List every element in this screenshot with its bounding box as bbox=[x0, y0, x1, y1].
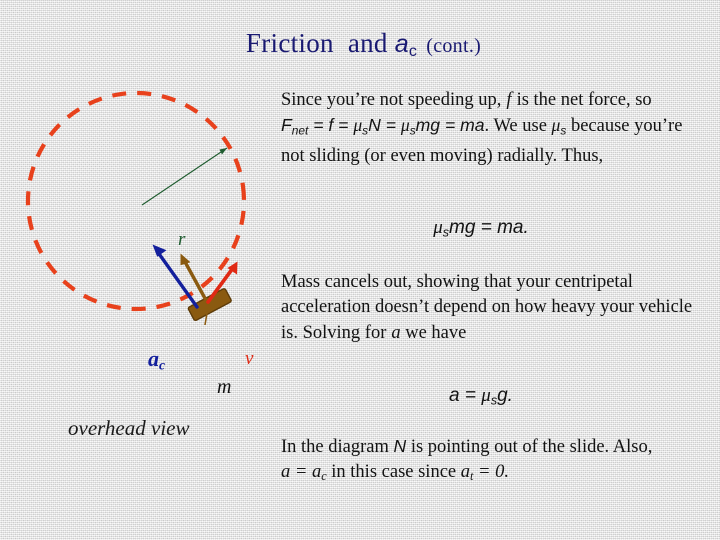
friction-force-vector bbox=[180, 253, 209, 304]
equation-2: a = μsg. bbox=[281, 383, 681, 414]
eq1-equals: = bbox=[480, 217, 492, 238]
p3-at-equals-zero: at = 0. bbox=[460, 462, 509, 484]
eq2-mu: μ bbox=[481, 385, 491, 406]
title-variable-subscript: c bbox=[408, 43, 418, 60]
p3-text-1: In the diagram bbox=[281, 437, 389, 457]
p2-text-1: Mass cancels out, showing that your cent… bbox=[281, 272, 693, 343]
title-word-and: and bbox=[347, 28, 388, 58]
paragraph-3: In the diagram N is pointing out of the … bbox=[281, 434, 701, 490]
eq2-rhs: g. bbox=[497, 385, 513, 406]
title-cont-note: (cont.) bbox=[426, 35, 482, 57]
radius-line-arrowhead bbox=[219, 148, 227, 155]
p1-mu-s: μs bbox=[551, 115, 567, 138]
p2-text-2: we have bbox=[405, 322, 467, 343]
p3-text-2: is pointing out of the slide. Also, bbox=[410, 437, 653, 457]
centripetal-acceleration-vector bbox=[152, 244, 199, 309]
equation-1: μsmg = ma. bbox=[281, 215, 681, 246]
p1-text-2: is the net force, so bbox=[516, 90, 652, 110]
title-variable-a: a bbox=[394, 30, 409, 58]
p1-Fnet: F bbox=[281, 115, 292, 136]
p1-period: . bbox=[484, 116, 490, 137]
eq1-mu: μ bbox=[433, 217, 443, 238]
diagram-svg bbox=[25, 90, 247, 322]
diagram-caption: overhead view bbox=[68, 416, 190, 440]
p1-text-1: Since you’re not speeding up, bbox=[281, 90, 502, 110]
friction-label: f bbox=[204, 305, 210, 326]
slide-canvas: Friction and ac (cont.) r f ac v m overh… bbox=[0, 0, 720, 540]
radius-line bbox=[141, 147, 228, 206]
eq1-rhs: ma. bbox=[497, 217, 529, 238]
p3-normal-force-N: N bbox=[393, 436, 407, 456]
p1-equation-inline: Fnet = f = μsN = μsmg = ma bbox=[281, 115, 485, 138]
eq1-lhs: mg bbox=[449, 217, 476, 238]
p2-variable-a: a bbox=[391, 322, 401, 343]
title-variable-ac: ac bbox=[394, 30, 418, 60]
mass-label: m bbox=[217, 376, 232, 398]
velocity-label: v bbox=[245, 348, 254, 369]
paragraph-2: Mass cancels out, showing that your cent… bbox=[281, 270, 701, 346]
centripetal-acceleration-label: ac bbox=[148, 346, 166, 373]
paragraph-1: Since you’re not speeding up, f is the net… bbox=[281, 88, 701, 170]
radius-label: r bbox=[178, 229, 186, 250]
p1-friction-symbol: f bbox=[506, 90, 512, 110]
eq2-lhs: a bbox=[449, 385, 460, 406]
page-title: Friction and ac (cont.) bbox=[0, 28, 720, 61]
title-word-friction: Friction bbox=[245, 28, 334, 58]
eq2-equals: = bbox=[464, 385, 476, 406]
p3-text-3: in this case since bbox=[331, 462, 457, 483]
p3-a-equals-ac: a = ac bbox=[281, 462, 327, 484]
p1-text-3: We use bbox=[493, 116, 547, 137]
overhead-view-diagram: r f ac v m overhead view bbox=[14, 80, 274, 440]
